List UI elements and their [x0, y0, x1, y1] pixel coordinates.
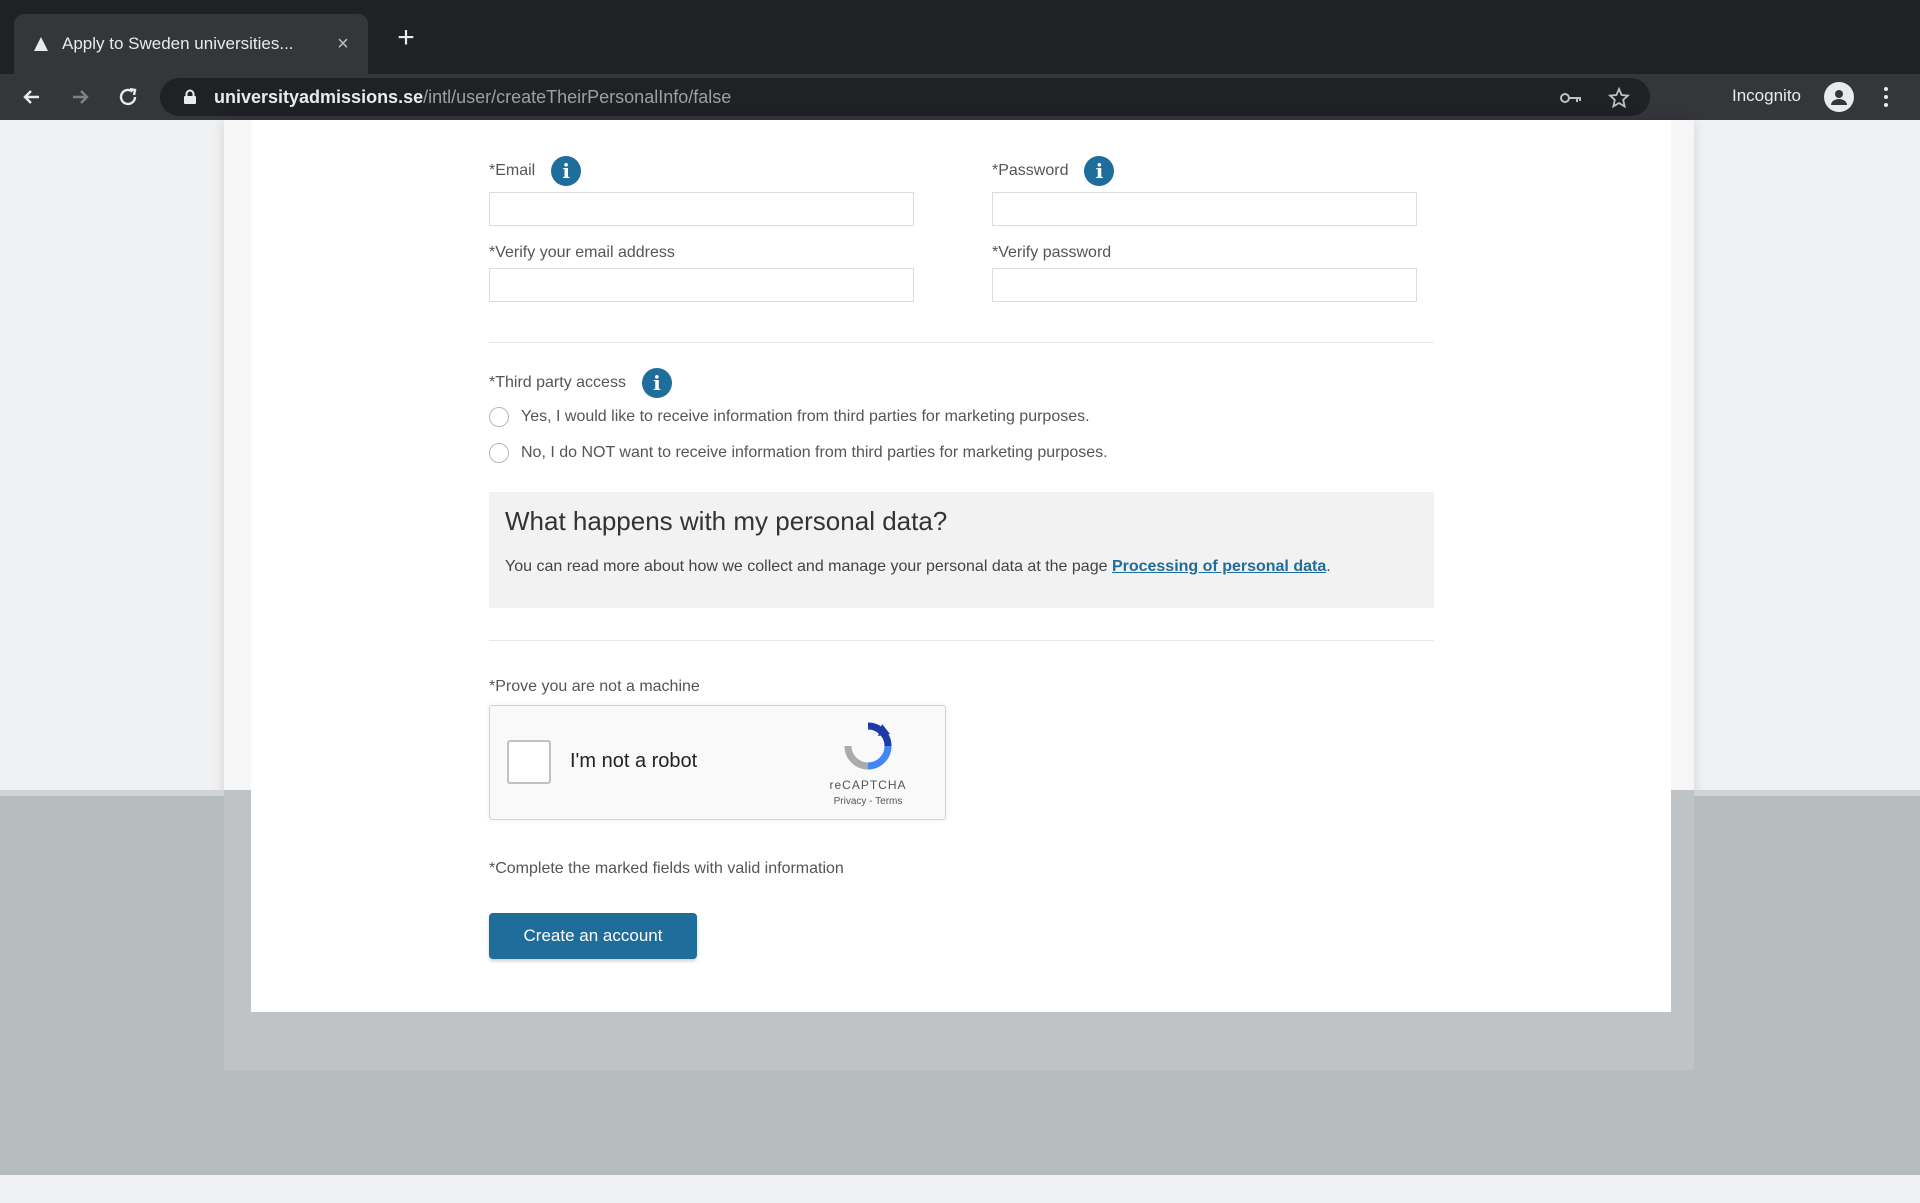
site-favicon-icon [32, 35, 50, 53]
personal-data-text: You can read more about how we collect a… [505, 558, 1331, 575]
reload-button[interactable] [112, 81, 144, 113]
password-info-icon[interactable]: i [1084, 156, 1115, 186]
address-bar[interactable]: universityadmissions.se /intl/user/creat… [160, 78, 1650, 116]
password-label: *Password [992, 162, 1069, 179]
url-host: universityadmissions.se [214, 86, 424, 107]
personal-data-info-box: What happens with my personal data? You … [489, 492, 1434, 608]
password-input[interactable] [992, 192, 1417, 226]
tab-title: Apply to Sweden universities... [62, 34, 294, 53]
third-party-yes-label: Yes, I would like to receive information… [521, 408, 1090, 425]
recaptcha-widget: I'm not a robot reCAPTCHA Privacy - Term… [489, 705, 946, 820]
lock-icon [180, 87, 200, 107]
recaptcha-checkbox[interactable] [507, 740, 551, 784]
reload-icon [119, 87, 137, 106]
forward-arrow-icon [73, 90, 89, 104]
verify-email-label: *Verify your email address [489, 244, 675, 261]
browser-toolbar: universityadmissions.se /intl/user/creat… [0, 74, 1920, 120]
third-party-no-label: No, I do NOT want to receive information… [521, 444, 1108, 461]
verify-password-input[interactable] [992, 268, 1417, 302]
third-party-yes-radio[interactable] [489, 407, 509, 427]
new-tab-button[interactable]: + [390, 22, 422, 54]
create-account-modal: *Email i *Password i *Verify your email … [251, 120, 1671, 1012]
browser-menu-icon[interactable] [1876, 82, 1896, 112]
back-button[interactable] [16, 81, 48, 113]
browser-tab-bar: Apply to Sweden universities... × + [0, 0, 1920, 74]
create-account-button[interactable]: Create an account [489, 913, 697, 959]
verify-password-label: *Verify password [992, 244, 1112, 261]
section-divider-2 [489, 640, 1434, 641]
forward-button[interactable] [64, 81, 96, 113]
key-icon[interactable] [1560, 87, 1582, 109]
third-party-label-row: *Third party access i [489, 368, 672, 398]
processing-personal-data-link[interactable]: Processing of personal data [1112, 558, 1326, 575]
incognito-avatar-icon[interactable] [1824, 82, 1854, 112]
third-party-no-radio[interactable] [489, 443, 509, 463]
email-info-icon[interactable]: i [551, 156, 582, 186]
third-party-info-icon[interactable]: i [641, 368, 672, 398]
back-arrow-icon [23, 90, 39, 104]
recaptcha-privacy-terms[interactable]: Privacy - Terms [820, 796, 916, 807]
verify-email-input[interactable] [489, 268, 914, 302]
close-tab-icon[interactable]: × [332, 33, 354, 55]
section-divider [489, 342, 1434, 343]
profile-label[interactable]: Incognito [1732, 86, 1801, 106]
browser-tab[interactable]: Apply to Sweden universities... × [14, 14, 368, 74]
password-label-row: *Password i [992, 156, 1115, 186]
third-party-label: *Third party access [489, 374, 626, 391]
required-fields-note: *Complete the marked fields with valid i… [489, 860, 844, 877]
recaptcha-logo-icon [844, 722, 892, 770]
recaptcha-brand: reCAPTCHA [829, 778, 907, 792]
email-label: *Email [489, 162, 536, 179]
third-party-no-option[interactable]: No, I do NOT want to receive information… [489, 443, 1108, 463]
captcha-prompt: *Prove you are not a machine [489, 678, 700, 695]
third-party-yes-option[interactable]: Yes, I would like to receive information… [489, 407, 1090, 427]
email-label-row: *Email i [489, 156, 582, 186]
bookmark-star-icon[interactable] [1608, 87, 1630, 109]
url-path: /intl/user/createTheirPersonalInfo/false [423, 86, 732, 107]
personal-data-heading: What happens with my personal data? [505, 506, 948, 536]
recaptcha-label: I'm not a robot [570, 750, 698, 772]
email-input[interactable] [489, 192, 914, 226]
